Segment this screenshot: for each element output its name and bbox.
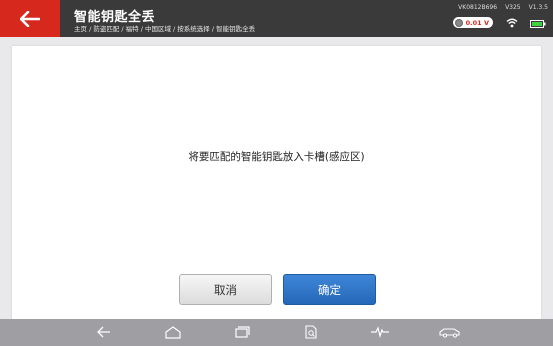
- document-search-icon[interactable]: [304, 325, 318, 339]
- top-bar: 智能钥匙全丢 主页 / 防盗匹配 / 福特 / 中国区域 / 按系统选择 / 智…: [0, 0, 553, 37]
- device-id: VK0812B696: [458, 4, 498, 11]
- confirm-button[interactable]: 确定: [283, 274, 376, 305]
- diagnostic-pulse-icon[interactable]: [370, 325, 390, 339]
- software-version: V1.3.5: [528, 4, 548, 11]
- wifi-icon: [506, 18, 518, 28]
- battery-icon: [530, 20, 546, 28]
- navigation-bar: [0, 319, 553, 346]
- breadcrumb: 主页 / 防盗匹配 / 福特 / 中国区域 / 按系统选择 / 智能钥匙全丢: [74, 25, 256, 33]
- arrow-left-icon: [20, 10, 40, 27]
- back-icon[interactable]: [96, 325, 112, 339]
- voltage-badge: 0.01 V: [453, 17, 493, 28]
- app-version: V325: [505, 4, 521, 11]
- vci-status-icon: [455, 18, 463, 27]
- home-icon[interactable]: [164, 325, 182, 339]
- recent-apps-icon[interactable]: [234, 325, 250, 339]
- back-button[interactable]: [0, 0, 60, 37]
- dialog-card: 将要匹配的智能钥匙放入卡槽(感应区) 取消 确定: [12, 46, 541, 322]
- voltage-value: 0.01 V: [465, 18, 489, 27]
- cancel-button[interactable]: 取消: [179, 274, 272, 305]
- vci-car-icon[interactable]: [438, 325, 462, 339]
- instruction-message: 将要匹配的智能钥匙放入卡槽(感应区): [188, 151, 365, 163]
- device-info: VK0812B696 V325 V1.3.5: [458, 4, 548, 11]
